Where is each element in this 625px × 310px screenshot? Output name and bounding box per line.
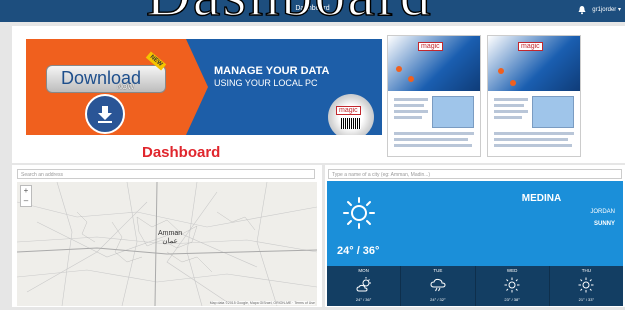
brochure-logo: magic: [418, 42, 443, 51]
brochure-logo: magic: [518, 42, 543, 51]
forecast-day: MON 24° / 36°: [327, 266, 402, 306]
sun-icon: [343, 197, 375, 229]
city-name-en: Amman: [158, 230, 183, 237]
forecast-range: 24° / 36°: [355, 297, 372, 302]
forecast-range: 21° / 33°: [578, 297, 595, 302]
barcode-icon: [341, 118, 361, 129]
weather-city: MEDINA: [521, 193, 562, 204]
partly-cloudy-icon: [356, 277, 371, 292]
brochure-image-1[interactable]: magic: [387, 35, 481, 157]
ad-subline: USING YOUR LOCAL PC: [214, 78, 318, 88]
forecast-day: TUE 24° / 32°: [401, 266, 476, 306]
city-search-input[interactable]: Type a name of a city (eg: Amman, Madin.…: [328, 169, 622, 179]
forecast-day-name: THU: [581, 268, 591, 273]
sun-icon: [504, 277, 520, 293]
map-panel: Search an address + – Amman عمان Map dat…: [12, 165, 322, 307]
bell-icon[interactable]: [577, 5, 587, 15]
dashboard-label: Dashboard: [142, 144, 221, 161]
current-temp: 24° / 36°: [337, 245, 380, 257]
forecast-range: 23° / 38°: [504, 297, 520, 302]
zoom-in-button[interactable]: +: [21, 186, 31, 196]
banner-panel: Download NOW NEW MANAGE YOUR DATA USING …: [12, 26, 625, 163]
weather-condition: SUNNY: [593, 221, 615, 227]
download-ad[interactable]: Download NOW NEW MANAGE YOUR DATA USING …: [26, 39, 382, 135]
magic-logo: magic: [336, 106, 361, 115]
map-city-label: Amman عمان: [158, 230, 182, 246]
weather-panel: Type a name of a city (eg: Amman, Madin.…: [325, 165, 625, 307]
ad-headline: MANAGE YOUR DATA: [214, 65, 330, 77]
now-label: NOW: [117, 84, 135, 91]
brochure-image-2[interactable]: magic: [487, 35, 581, 157]
forecast-day-name: TUE: [433, 268, 443, 273]
download-arrow-icon: [85, 94, 125, 134]
forecast-day: WED 23° / 38°: [475, 266, 550, 306]
map-search-input[interactable]: Search an address: [17, 169, 315, 179]
current-weather: 24° / 36° MEDINA JORDAN SUNNY: [327, 181, 623, 266]
sun-icon: [578, 277, 594, 293]
city-name-ar: عمان: [162, 238, 178, 245]
map-view[interactable]: + – Amman عمان Map data ©2015 Google, Ma…: [17, 182, 317, 306]
weather-country: JORDAN: [590, 209, 615, 215]
zoom-controls[interactable]: + –: [20, 185, 32, 207]
forecast-day-name: WED: [506, 268, 518, 273]
dashboard-watermark: Dashboard: [145, 0, 433, 27]
forecast-day-name: MON: [358, 268, 369, 273]
download-button[interactable]: Download NOW: [46, 65, 166, 93]
forecast-row: MON 24° / 36° TUE 24° / 32° WED 23° / 38…: [327, 266, 623, 306]
zoom-out-button[interactable]: –: [21, 196, 31, 206]
forecast-day: THU 21° / 33°: [549, 266, 623, 306]
user-menu[interactable]: gr1jorder ▾: [592, 6, 621, 13]
rain-cloud-icon: [430, 278, 446, 292]
magic-logo-disc: magic: [328, 94, 374, 135]
map-attribution: Map data ©2015 Google, Mapa GISrael, ORI…: [209, 301, 315, 305]
forecast-range: 24° / 32°: [430, 297, 446, 302]
